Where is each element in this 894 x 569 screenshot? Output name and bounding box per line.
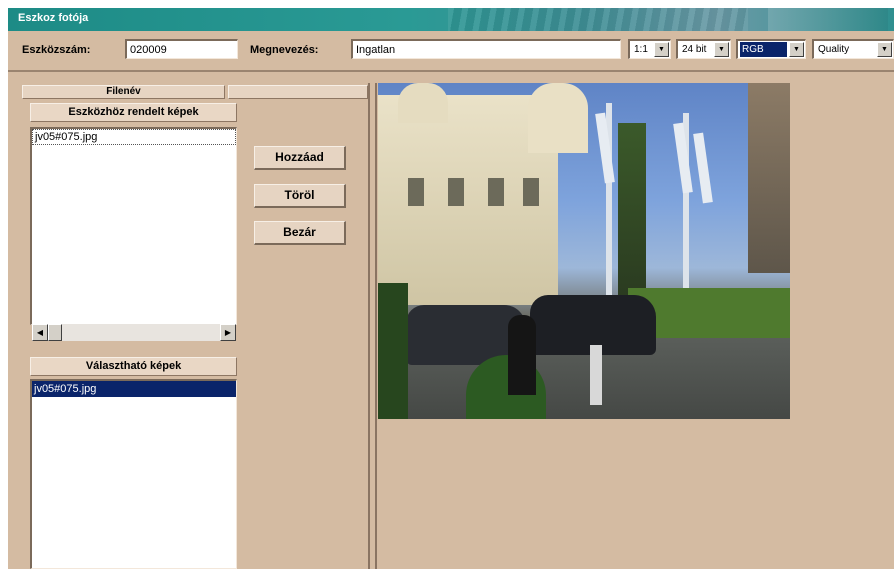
photo-window [523, 178, 539, 206]
name-field[interactable]: Ingatlan [351, 39, 621, 59]
tab-filename[interactable]: Filenév [22, 85, 225, 99]
photo-dome-right [528, 83, 588, 153]
assigned-list-scrollbar[interactable]: ◀ ▶ [32, 324, 236, 341]
photo-window [488, 178, 504, 206]
available-images-list[interactable]: jv05#075.jpg [30, 379, 237, 569]
close-button[interactable]: Bezár [254, 221, 346, 245]
toolbar: Eszközszám: 020009 Megnevezés: Ingatlan … [8, 31, 894, 69]
asset-photo-window: Eszkoz fotója Eszközszám: 020009 Megneve… [8, 8, 894, 569]
photo-window [448, 178, 464, 206]
zoom-select-value: 1:1 [634, 44, 648, 55]
window-title: Eszkoz fotója [18, 12, 89, 24]
list-item[interactable]: jv05#075.jpg [32, 129, 236, 145]
title-bar-decoration-right [768, 8, 888, 31]
chevron-down-icon[interactable]: ▼ [789, 42, 804, 57]
quality-select-value: Quality [818, 44, 850, 55]
color-mode-select[interactable]: RGB ▼ [736, 39, 806, 59]
add-button[interactable]: Hozzáad [254, 146, 346, 170]
photo-person [508, 315, 536, 395]
assigned-images-list[interactable]: jv05#075.jpg [30, 127, 237, 325]
title-bar-decoration [448, 8, 748, 31]
viewer-border [375, 83, 377, 569]
color-depth-select[interactable]: 24 bit ▼ [676, 39, 731, 59]
scroll-left-icon[interactable]: ◀ [32, 324, 48, 341]
panel-separator [368, 83, 370, 569]
delete-button[interactable]: Töröl [254, 184, 346, 208]
photo-building-right [748, 83, 790, 273]
photo-tree [378, 283, 408, 419]
available-images-header: Választható képek [30, 357, 237, 376]
photo-flag [693, 132, 713, 204]
scroll-right-icon[interactable]: ▶ [220, 324, 236, 341]
photo-dome-left [398, 83, 448, 123]
toolbar-divider [8, 70, 894, 72]
photo-palm-tree [618, 123, 646, 303]
chevron-down-icon[interactable]: ▼ [877, 42, 892, 57]
asset-number-field[interactable]: 020009 [125, 39, 238, 59]
name-label: Megnevezés: [250, 44, 319, 56]
quality-select[interactable]: Quality ▼ [812, 39, 894, 59]
photo-window [408, 178, 424, 206]
photo-flag [673, 122, 693, 194]
chevron-down-icon[interactable]: ▼ [714, 42, 729, 57]
asset-number-label: Eszközszám: [22, 44, 91, 56]
scroll-thumb[interactable] [48, 324, 62, 341]
photo-bollard [590, 345, 602, 405]
asset-photo [378, 83, 790, 419]
tab-blank[interactable] [228, 85, 368, 99]
color-depth-select-value: 24 bit [682, 44, 707, 55]
chevron-down-icon[interactable]: ▼ [654, 42, 669, 57]
list-item[interactable]: jv05#075.jpg [32, 381, 236, 397]
color-mode-select-value: RGB [740, 42, 787, 57]
title-bar: Eszkoz fotója [8, 8, 894, 31]
assigned-images-header: Eszközhöz rendelt képek [30, 103, 237, 122]
zoom-select[interactable]: 1:1 ▼ [628, 39, 671, 59]
